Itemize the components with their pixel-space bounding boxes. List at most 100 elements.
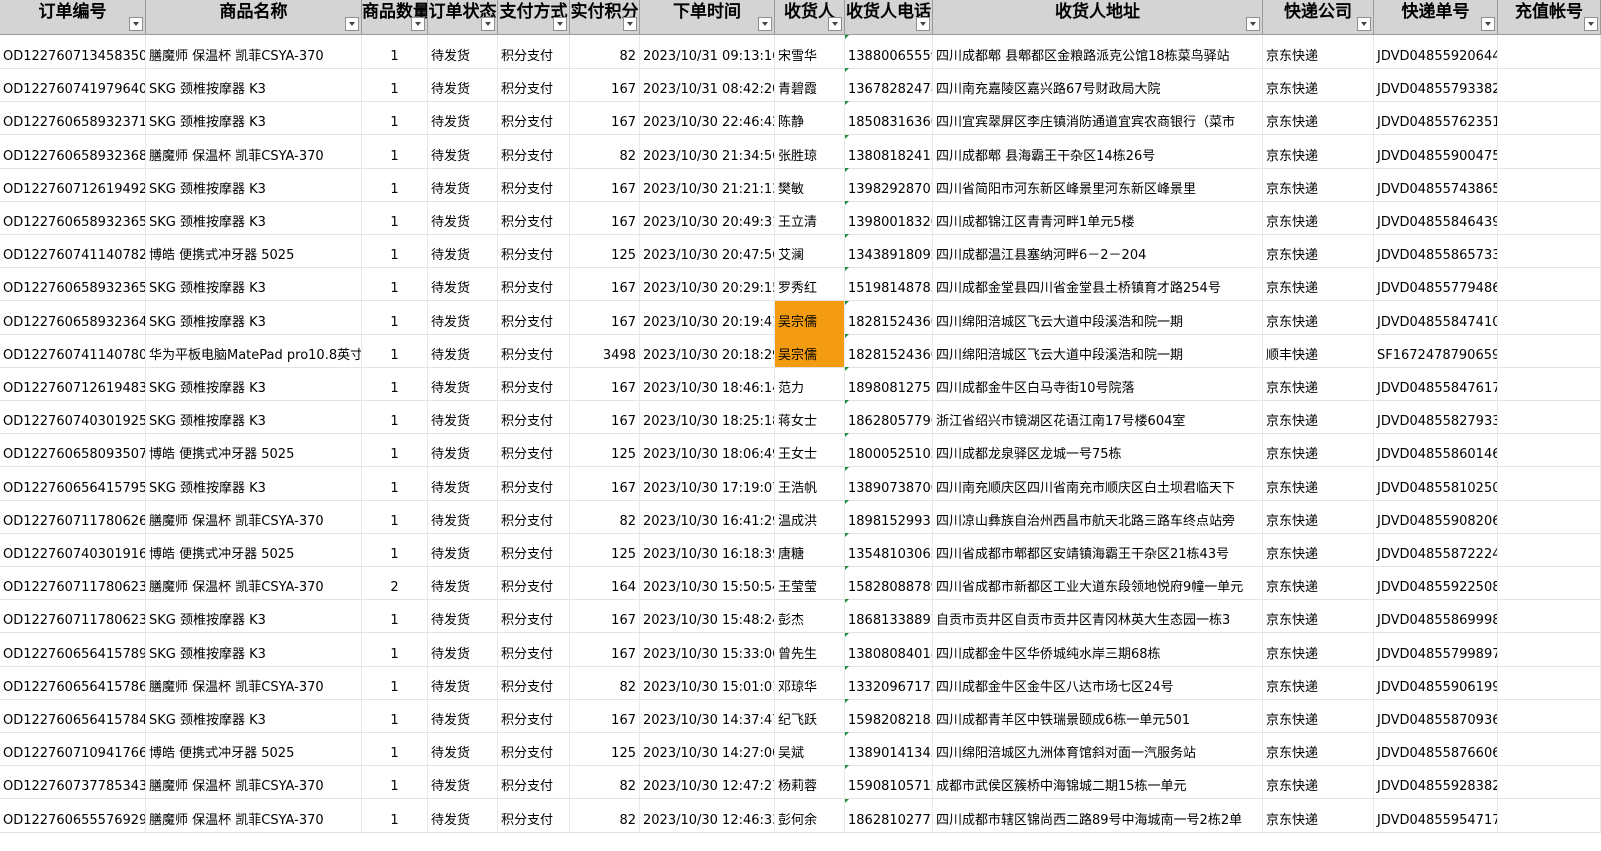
recharge-account-cell[interactable] <box>1498 367 1601 400</box>
quantity-cell[interactable]: 1 <box>362 300 428 334</box>
header-recipient-phone[interactable]: 收货人电话 <box>845 0 933 34</box>
quantity-cell[interactable]: 1 <box>362 699 428 732</box>
recipient-cell[interactable]: 王莹莹 <box>775 566 845 600</box>
order-id-cell[interactable]: OD1227606564157892 <box>0 632 146 666</box>
recipient-address-cell[interactable]: 自贡市贡井区自贡市贡井区青冈林英大生态园一栋3 <box>933 599 1263 633</box>
tracking-number-cell[interactable]: JDVD04855920644 <box>1374 35 1498 68</box>
courier-cell[interactable]: 京东快递 <box>1263 566 1374 600</box>
payment-method-cell[interactable]: 积分支付 <box>498 134 570 168</box>
courier-cell[interactable]: 京东快递 <box>1263 533 1374 566</box>
table-row[interactable]: OD1227606589323684 膳魔师 保温杯 凯菲CSYA-370 1 待发货… <box>0 134 1601 169</box>
tracking-number-cell[interactable]: JDVD04855827933 <box>1374 400 1498 434</box>
courier-cell[interactable]: 京东快递 <box>1263 300 1374 334</box>
filter-dropdown-icon[interactable] <box>623 17 637 31</box>
recipient-address-cell[interactable]: 四川成都青羊区中铁瑞景颐成6栋一单元501 <box>933 699 1263 732</box>
tracking-number-cell[interactable]: JDVD04855847617 <box>1374 367 1498 400</box>
paid-points-cell[interactable]: 82 <box>570 35 640 68</box>
recharge-account-cell[interactable] <box>1498 533 1601 566</box>
recipient-address-cell[interactable]: 四川绵阳涪城区飞云大道中段溪浩和院一期 <box>933 333 1263 367</box>
recipient-address-cell[interactable]: 四川成都金堂县四川省金堂县土桥镇育才路254号 <box>933 267 1263 301</box>
recharge-account-cell[interactable] <box>1498 134 1601 168</box>
header-product-name[interactable]: 商品名称 <box>146 0 362 34</box>
paid-points-cell[interactable]: 82 <box>570 765 640 799</box>
recipient-cell[interactable]: 吴宗儒 <box>775 300 845 334</box>
tracking-number-cell[interactable]: JDVD04855876606 <box>1374 732 1498 766</box>
table-row[interactable]: OD1227607126194837 SKG 颈椎按摩器 K3 1 待发货 积分支付 16… <box>0 367 1601 401</box>
recipient-address-cell[interactable]: 四川南充顺庆区四川省南充市顺庆区白土坝君临天下 <box>933 466 1263 500</box>
recharge-account-cell[interactable] <box>1498 632 1601 666</box>
order-status-cell[interactable]: 待发货 <box>428 101 498 135</box>
paid-points-cell[interactable]: 125 <box>570 732 640 766</box>
courier-cell[interactable]: 京东快递 <box>1263 699 1374 732</box>
recipient-phone-cell[interactable]: 13548103062 <box>845 533 933 566</box>
recipient-address-cell[interactable]: 四川绵阳涪城区九洲体育馆斜对面一汽服务站 <box>933 732 1263 766</box>
order-id-cell[interactable]: OD1227607126194926 <box>0 167 146 201</box>
tracking-number-cell[interactable]: JDVD04855908206 <box>1374 499 1498 533</box>
courier-cell[interactable]: 京东快递 <box>1263 167 1374 201</box>
payment-method-cell[interactable]: 积分支付 <box>498 234 570 268</box>
recharge-account-cell[interactable] <box>1498 499 1601 533</box>
filter-dropdown-icon[interactable] <box>1357 17 1371 31</box>
product-name-cell[interactable]: SKG 颈椎按摩器 K3 <box>146 201 362 234</box>
payment-method-cell[interactable]: 积分支付 <box>498 267 570 301</box>
recipient-address-cell[interactable]: 四川成都市辖区锦尚西二路89号中海城南一号2栋2单 <box>933 798 1263 832</box>
table-row[interactable]: OD1227606589323659 SKG 颈椎按摩器 K3 1 待发货 积分支付 16… <box>0 201 1601 235</box>
order-id-cell[interactable]: OD1227607377853437 <box>0 765 146 799</box>
product-name-cell[interactable]: SKG 颈椎按摩器 K3 <box>146 599 362 633</box>
order-status-cell[interactable]: 待发货 <box>428 367 498 400</box>
tracking-number-cell[interactable]: JDVD04855779486 <box>1374 267 1498 301</box>
order-time-cell[interactable]: 2023/10/30 15:33:06 <box>640 632 775 666</box>
quantity-cell[interactable]: 1 <box>362 201 428 234</box>
recipient-phone-cell[interactable]: 13808182413 <box>845 134 933 168</box>
recipient-cell[interactable]: 范力 <box>775 367 845 400</box>
recipient-cell[interactable]: 蒋女士 <box>775 400 845 434</box>
paid-points-cell[interactable]: 125 <box>570 433 640 467</box>
recipient-phone-cell[interactable]: 18000525102 <box>845 433 933 467</box>
courier-cell[interactable]: 京东快递 <box>1263 101 1374 135</box>
courier-cell[interactable]: 京东快递 <box>1263 267 1374 301</box>
order-id-cell[interactable]: OD1227606555769296 <box>0 798 146 832</box>
recipient-address-cell[interactable]: 浙江省绍兴市镜湖区花语江南17号楼604室 <box>933 400 1263 434</box>
order-id-cell[interactable]: OD1227607411407809 <box>0 333 146 367</box>
product-name-cell[interactable]: SKG 颈椎按摩器 K3 <box>146 167 362 201</box>
paid-points-cell[interactable]: 125 <box>570 533 640 566</box>
recharge-account-cell[interactable] <box>1498 267 1601 301</box>
recipient-phone-cell[interactable]: 18981529931 <box>845 499 933 533</box>
quantity-cell[interactable]: 1 <box>362 665 428 699</box>
quantity-cell[interactable]: 1 <box>362 599 428 633</box>
quantity-cell[interactable]: 1 <box>362 466 428 500</box>
paid-points-cell[interactable]: 125 <box>570 234 640 268</box>
recharge-account-cell[interactable] <box>1498 300 1601 334</box>
filter-dropdown-icon[interactable] <box>1481 17 1495 31</box>
recipient-cell[interactable]: 罗秀红 <box>775 267 845 301</box>
courier-cell[interactable]: 京东快递 <box>1263 367 1374 400</box>
quantity-cell[interactable]: 1 <box>362 798 428 832</box>
tracking-number-cell[interactable]: JDVD04855793382 <box>1374 68 1498 102</box>
payment-method-cell[interactable]: 积分支付 <box>498 632 570 666</box>
filter-dropdown-icon[interactable] <box>553 17 567 31</box>
recipient-cell[interactable]: 纪飞跃 <box>775 699 845 732</box>
recipient-phone-cell[interactable]: 13982928707 <box>845 167 933 201</box>
recipient-cell[interactable]: 艾澜 <box>775 234 845 268</box>
product-name-cell[interactable]: SKG 颈椎按摩器 K3 <box>146 400 362 434</box>
recipient-cell[interactable]: 邓琼华 <box>775 665 845 699</box>
order-status-cell[interactable]: 待发货 <box>428 400 498 434</box>
recharge-account-cell[interactable] <box>1498 466 1601 500</box>
recipient-cell[interactable]: 吴斌 <box>775 732 845 766</box>
recharge-account-cell[interactable] <box>1498 765 1601 799</box>
payment-method-cell[interactable]: 积分支付 <box>498 798 570 832</box>
filter-dropdown-icon[interactable] <box>411 17 425 31</box>
table-row[interactable]: OD1227607419796409 SKG 颈椎按摩器 K3 1 待发货 积分支付 16… <box>0 68 1601 103</box>
product-name-cell[interactable]: SKG 颈椎按摩器 K3 <box>146 632 362 666</box>
order-time-cell[interactable]: 2023/10/30 12:46:33 <box>640 798 775 832</box>
courier-cell[interactable]: 京东快递 <box>1263 466 1374 500</box>
product-name-cell[interactable]: 膳魔师 保温杯 凯菲CSYA-370 <box>146 665 362 699</box>
quantity-cell[interactable]: 1 <box>362 367 428 400</box>
product-name-cell[interactable]: 博皓 便携式冲牙器 5025 <box>146 234 362 268</box>
filter-dropdown-icon[interactable] <box>916 17 930 31</box>
product-name-cell[interactable]: SKG 颈椎按摩器 K3 <box>146 300 362 334</box>
recipient-phone-cell[interactable]: 13678282478 <box>845 68 933 102</box>
order-id-cell[interactable]: OD1227606580935070 <box>0 433 146 467</box>
tracking-number-cell[interactable]: JDVD04855870936 <box>1374 699 1498 732</box>
table-row[interactable]: OD1227607411407809 华为平板电脑MatePad pro10.8英… <box>0 333 1601 368</box>
